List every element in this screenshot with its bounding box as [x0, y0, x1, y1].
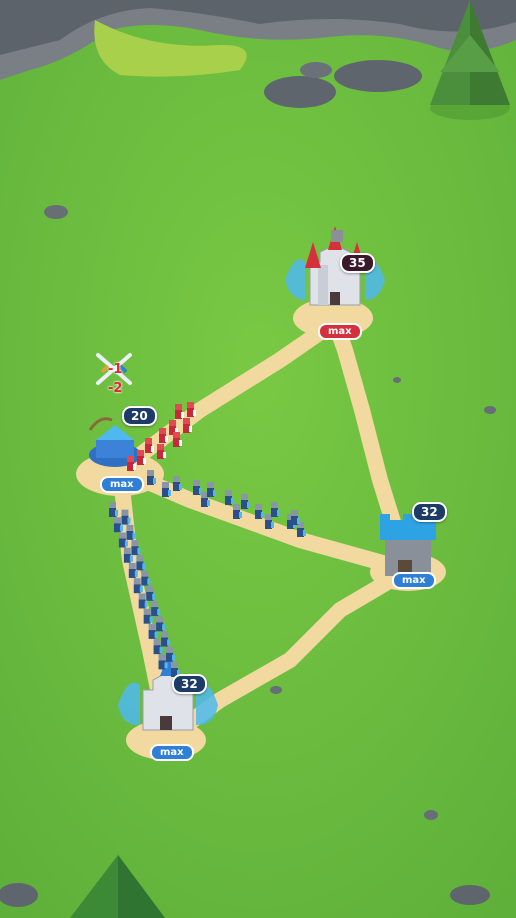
- blue-camp-troop-count: 20: [122, 406, 157, 426]
- blue-tower[interactable]: [380, 514, 436, 576]
- blue-castle-level-label: max: [150, 744, 194, 761]
- blue-tower-level-label: max: [392, 572, 436, 589]
- blue-tower-troop-count: 32: [412, 502, 447, 522]
- game-map: -1 -2 35 20 32 32 max max max max: [0, 0, 516, 918]
- blue-camp-level-label: max: [100, 476, 144, 493]
- damage-number: -2: [108, 381, 123, 396]
- red-castle-level-label: max: [318, 323, 362, 340]
- damage-number: -1: [108, 362, 123, 377]
- battlefield: [0, 0, 516, 918]
- grass-ground: [0, 0, 516, 918]
- red-castle-troop-count: 35: [340, 253, 375, 273]
- blue-castle-troop-count: 32: [172, 674, 207, 694]
